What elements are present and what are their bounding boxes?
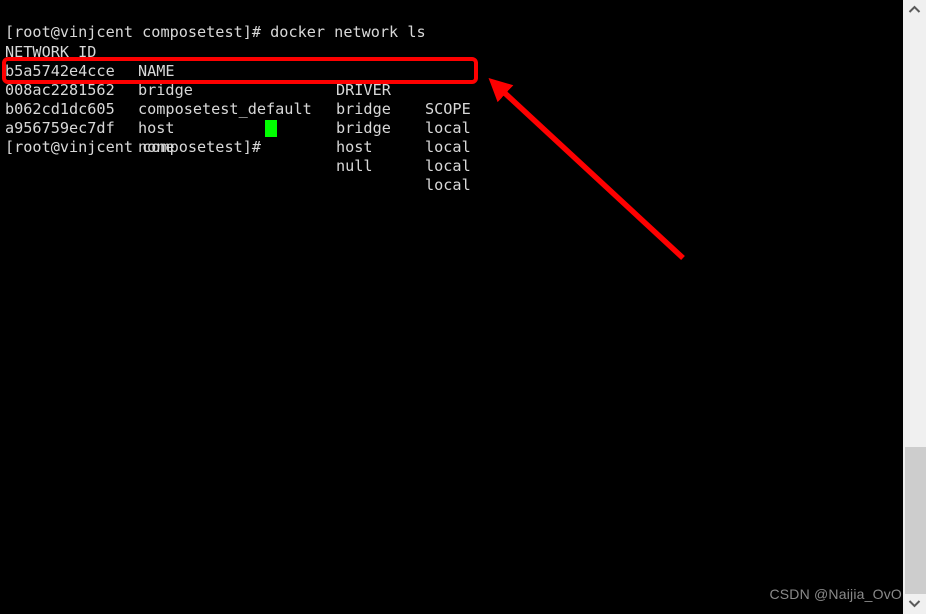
- watermark-text: CSDN @Naijia_OvO: [769, 586, 902, 602]
- cell-driver: null: [336, 157, 373, 175]
- cell-scope: local: [425, 157, 471, 175]
- cell-scope: local: [425, 138, 471, 156]
- vertical-scrollbar[interactable]: [903, 0, 926, 614]
- chevron-down-icon: [908, 600, 921, 608]
- table-header-row: NETWORK ID NAME DRIVER SCOPE: [0, 24, 903, 118]
- table-row: b5a5742e4cce bridge bridge local: [0, 43, 903, 137]
- table-row: 008ac2281562 composetest_default bridge …: [0, 62, 903, 156]
- chevron-up-icon: [908, 5, 921, 13]
- table-row: a956759ec7df none null local: [0, 100, 903, 194]
- screenshot-root: [root@vinjcent composetest]# docker netw…: [0, 0, 926, 614]
- scrollbar-thumb[interactable]: [905, 447, 926, 597]
- cell-scope: local: [425, 176, 471, 194]
- terminal-window[interactable]: [root@vinjcent composetest]# docker netw…: [0, 0, 903, 614]
- cell-driver: host: [336, 138, 373, 156]
- terminal-cursor: [265, 120, 277, 137]
- table-row: b062cd1dc605 host host local: [0, 81, 903, 175]
- terminal-command-line: [root@vinjcent composetest]# docker netw…: [0, 4, 903, 41]
- prompt-text: [root@vinjcent composetest]#: [5, 138, 262, 156]
- scroll-up-button[interactable]: [903, 0, 926, 20]
- scroll-down-button[interactable]: [903, 594, 926, 614]
- terminal-prompt-line: [root@vinjcent composetest]#: [0, 119, 903, 156]
